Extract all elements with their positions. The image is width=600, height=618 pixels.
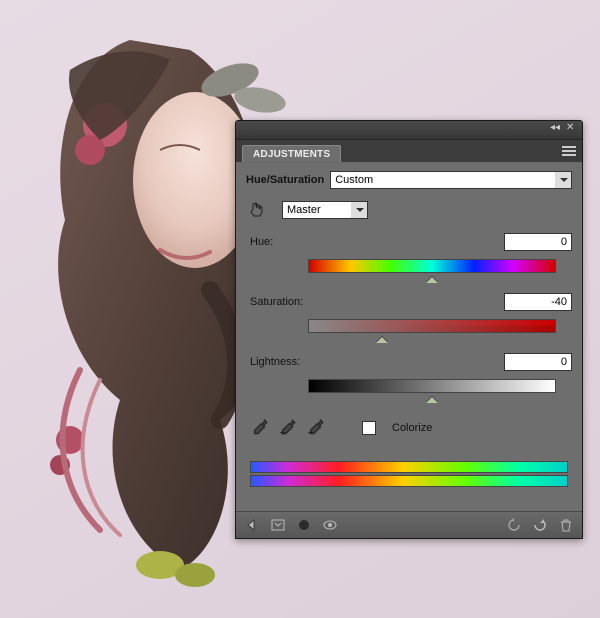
eyedropper-plus-icon[interactable] — [278, 419, 296, 437]
channel-select[interactable]: Master — [282, 201, 368, 219]
trash-icon[interactable] — [558, 517, 574, 533]
saturation-slider[interactable] — [308, 319, 556, 345]
preset-select[interactable]: Custom — [330, 171, 572, 189]
color-range-strip — [250, 461, 568, 487]
panel-body: Hue/Saturation Custom Master Hue: — [236, 163, 582, 511]
visibility-eye-icon[interactable] — [322, 517, 338, 533]
eyedropper-icon[interactable] — [250, 419, 268, 437]
previous-state-icon[interactable] — [506, 517, 522, 533]
panel-footer — [236, 511, 582, 538]
lightness-label: Lightness: — [250, 356, 314, 368]
collapse-icon[interactable]: ◂◂ — [550, 123, 560, 133]
reset-icon[interactable] — [532, 517, 548, 533]
hue-knob[interactable] — [426, 271, 438, 283]
back-arrow-icon[interactable] — [244, 517, 260, 533]
tab-adjustments[interactable]: ADJUSTMENTS — [242, 145, 341, 162]
lightness-knob[interactable] — [426, 391, 438, 403]
colorize-checkbox[interactable] — [362, 421, 376, 435]
adjustments-panel: ◂◂ ✕ ADJUSTMENTS Hue/Saturation Custom M… — [235, 120, 583, 539]
targeted-adjust-icon[interactable] — [248, 201, 266, 219]
saturation-knob[interactable] — [376, 331, 388, 343]
hue-label: Hue: — [250, 236, 314, 248]
panel-tabbar: ADJUSTMENTS — [236, 140, 582, 163]
panel-titlebar[interactable]: ◂◂ ✕ — [236, 121, 582, 140]
adjustment-title: Hue/Saturation — [246, 174, 324, 186]
hue-input[interactable] — [504, 233, 572, 251]
saturation-input[interactable] — [504, 293, 572, 311]
close-icon[interactable]: ✕ — [566, 123, 576, 133]
expand-view-icon[interactable] — [270, 517, 286, 533]
eyedropper-minus-icon[interactable] — [306, 419, 324, 437]
clip-layer-icon[interactable] — [296, 517, 312, 533]
colorize-label: Colorize — [392, 422, 432, 434]
saturation-label: Saturation: — [250, 296, 314, 308]
hue-slider[interactable] — [308, 259, 556, 285]
panel-menu-icon[interactable] — [562, 144, 576, 156]
lightness-input[interactable] — [504, 353, 572, 371]
lightness-slider[interactable] — [308, 379, 556, 405]
